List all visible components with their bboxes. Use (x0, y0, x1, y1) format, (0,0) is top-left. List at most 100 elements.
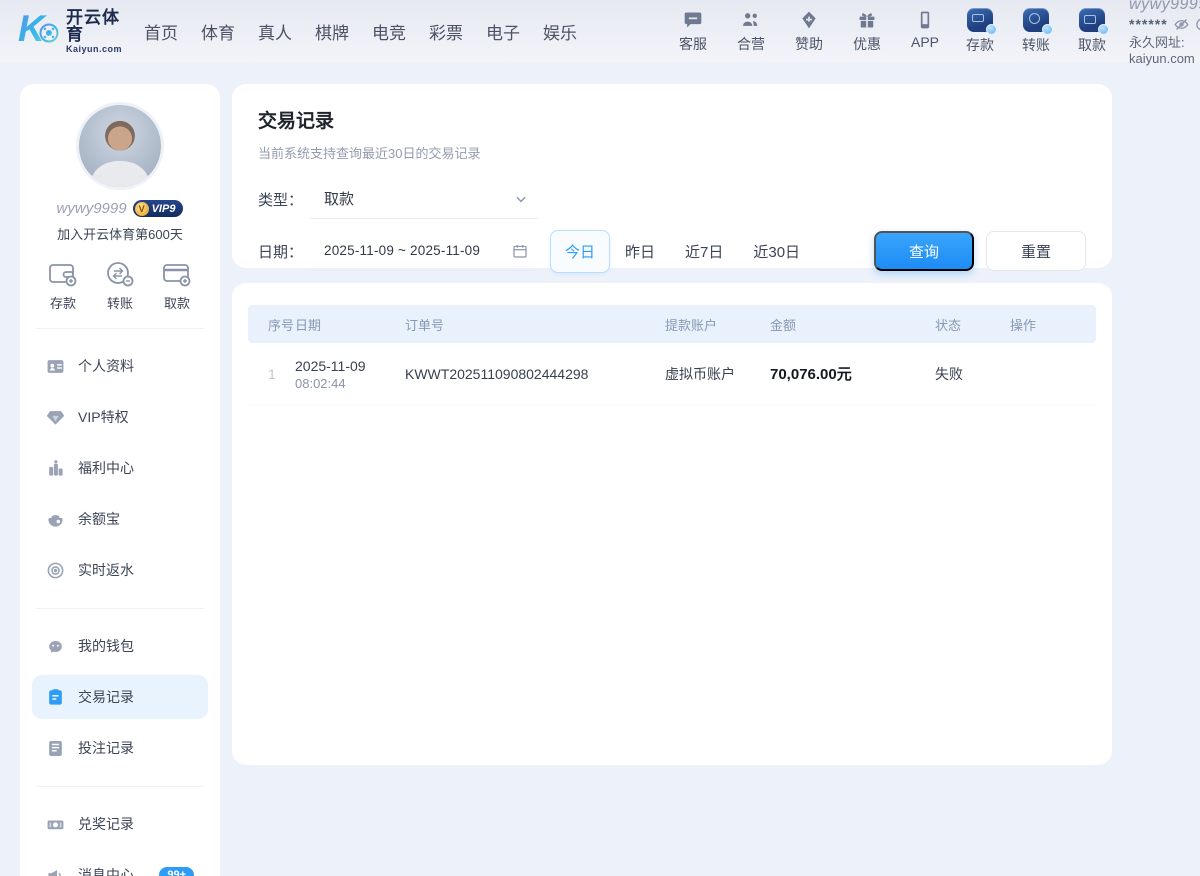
type-select-value: 取款 (324, 188, 514, 209)
sidebar-item-label: 余额宝 (78, 509, 120, 529)
sidebar-item-label: VIP特权 (78, 407, 129, 427)
quick-action-transfer[interactable]: 转账 (105, 261, 135, 312)
date-range-input[interactable]: 2025-11-09 ~ 2025-11-09 (310, 231, 538, 271)
card-outline-icon (162, 261, 192, 287)
header-action-label: APP (911, 34, 939, 50)
sidebar-menu-group-3: 兑奖记录 消息中心 99+ (20, 787, 220, 876)
sidebar-item-redeem[interactable]: 兑奖记录 (32, 802, 208, 846)
megaphone-icon (46, 866, 65, 876)
brand-logo-icon: K (18, 8, 62, 55)
header-action-partner[interactable]: 合营 (731, 9, 771, 54)
header-action-label: 取款 (1078, 35, 1106, 55)
sidebar-menu-group-1: 个人资料 VIP特权 福利中心 余额宝 实时返水 (20, 329, 220, 592)
quick-date-today[interactable]: 今日 (550, 230, 610, 273)
sidebar-item-bets[interactable]: 投注记录 (32, 726, 208, 770)
nav-home[interactable]: 首页 (144, 19, 178, 44)
vip-level: VIP9 (152, 203, 176, 215)
sidebar-item-label: 个人资料 (78, 356, 134, 376)
sidebar-item-label: 实时返水 (78, 560, 134, 580)
header-action-label: 优惠 (853, 34, 881, 54)
search-button[interactable]: 查询 (874, 231, 974, 271)
row-index: 1 (248, 366, 295, 382)
coin-pot-icon (46, 510, 65, 529)
table-header-date: 日期 (295, 315, 405, 334)
top-bar: K 开云体育 Kaiyun.com 首页 体育 真人 棋牌 电竞 彩票 电子 娱… (0, 0, 1200, 62)
sidebar-item-rebate[interactable]: 实时返水 (32, 548, 208, 592)
sidebar-user-name: wywy9999 (57, 200, 127, 217)
brand-name: 开云体育 (66, 9, 122, 43)
nav-sports[interactable]: 体育 (201, 19, 235, 44)
quick-action-deposit[interactable]: 存款 (48, 261, 78, 312)
table-header-action: 操作 (1010, 315, 1096, 334)
brand-logo[interactable]: K 开云体育 Kaiyun.com (18, 8, 122, 55)
header-action-app[interactable]: APP (905, 9, 945, 50)
quick-action-label: 转账 (107, 293, 133, 312)
header-action-group: 客服 合营 赞助 优惠 APP (673, 9, 945, 54)
wallet-outline-icon (48, 261, 78, 287)
row-status: 失败 (935, 364, 1010, 384)
sidebar-item-yuebao[interactable]: 余额宝 (32, 497, 208, 541)
type-select[interactable]: 取款 (310, 179, 538, 219)
brand-text: 开云体育 Kaiyun.com (66, 9, 122, 54)
header-action-withdraw[interactable]: 取款 (1071, 8, 1113, 55)
quick-date-30days[interactable]: 近30日 (738, 230, 815, 273)
row-date: 2025-11-09 (295, 356, 405, 376)
table-header-amount: 金额 (770, 315, 935, 334)
header-action-label: 合营 (737, 34, 765, 54)
piggy-bank-icon (46, 637, 65, 656)
vip-shield-icon: V (135, 202, 149, 216)
target-icon (46, 561, 65, 580)
nav-esports[interactable]: 电竞 (372, 19, 406, 44)
nav-entertainment[interactable]: 娱乐 (543, 19, 577, 44)
sidebar-item-transactions[interactable]: 交易记录 (32, 675, 208, 719)
eye-off-icon[interactable] (1174, 17, 1189, 32)
gift-icon (856, 9, 878, 31)
sidebar-avatar[interactable] (76, 102, 164, 190)
permanent-url: 永久网址: kaiyun.com (1129, 35, 1200, 68)
sidebar-item-welfare[interactable]: 福利中心 (32, 446, 208, 490)
nav-slots[interactable]: 电子 (486, 19, 520, 44)
header-action-deposit[interactable]: 存款 (959, 8, 1001, 55)
table-header-account: 提款账户 (665, 315, 770, 334)
transfer-icon (1023, 8, 1049, 32)
row-account: 虚拟币账户 (665, 364, 770, 384)
header-action-label: 客服 (679, 34, 707, 54)
date-label: 日期： (258, 241, 310, 262)
reset-button[interactable]: 重置 (986, 231, 1086, 271)
transaction-filter-panel: 交易记录 当前系统支持查询最近30日的交易记录 类型： 取款 日期： 2025-… (232, 84, 1112, 268)
sidebar-item-messages[interactable]: 消息中心 99+ (32, 853, 208, 876)
table-header-index: 序号 (248, 315, 295, 334)
nav-lottery[interactable]: 彩票 (429, 19, 463, 44)
sidebar-menu-group-2: 我的钱包 交易记录 投注记录 (20, 609, 220, 770)
page-subtitle: 当前系统支持查询最近30日的交易记录 (258, 143, 1086, 162)
sidebar-item-label: 消息中心 (78, 865, 134, 876)
quick-action-label: 存款 (50, 293, 76, 312)
page-title: 交易记录 (258, 106, 1086, 133)
refresh-circle-icon[interactable] (1195, 17, 1200, 32)
withdraw-icon (1079, 8, 1105, 32)
sidebar-item-label: 兑奖记录 (78, 814, 134, 834)
ledger-icon (46, 688, 65, 707)
sidebar-item-vip[interactable]: VIP特权 (32, 395, 208, 439)
quick-action-withdraw[interactable]: 取款 (162, 261, 192, 312)
transaction-table-panel: 序号 日期 订单号 提款账户 金额 状态 操作 1 2025-11-09 08:… (232, 283, 1112, 765)
type-label: 类型： (258, 189, 310, 210)
header-action-promo[interactable]: 优惠 (847, 9, 887, 54)
header-action-transfer[interactable]: 转账 (1015, 8, 1057, 55)
sidebar-item-profile[interactable]: 个人资料 (32, 344, 208, 388)
user-name: wywy9999 (1129, 0, 1200, 15)
header-user-block: wywy9999 V VIP9 ****** 永久网址: kaiyun.com (1129, 0, 1200, 67)
sidebar-item-wallet[interactable]: 我的钱包 (32, 624, 208, 668)
quick-date-yesterday[interactable]: 昨日 (610, 230, 670, 273)
phone-icon (914, 9, 936, 31)
id-card-icon (46, 357, 65, 376)
top-nav: 首页 体育 真人 棋牌 电竞 彩票 电子 娱乐 (144, 19, 577, 44)
quick-date-7days[interactable]: 近7日 (670, 230, 738, 273)
header-action-support[interactable]: 客服 (673, 9, 713, 54)
table-header-row: 序号 日期 订单号 提款账户 金额 状态 操作 (248, 305, 1096, 343)
bet-record-icon (46, 739, 65, 758)
nav-board-games[interactable]: 棋牌 (315, 19, 349, 44)
header-action-sponsor[interactable]: 赞助 (789, 9, 829, 54)
prize-icon (46, 815, 65, 834)
nav-live-casino[interactable]: 真人 (258, 19, 292, 44)
